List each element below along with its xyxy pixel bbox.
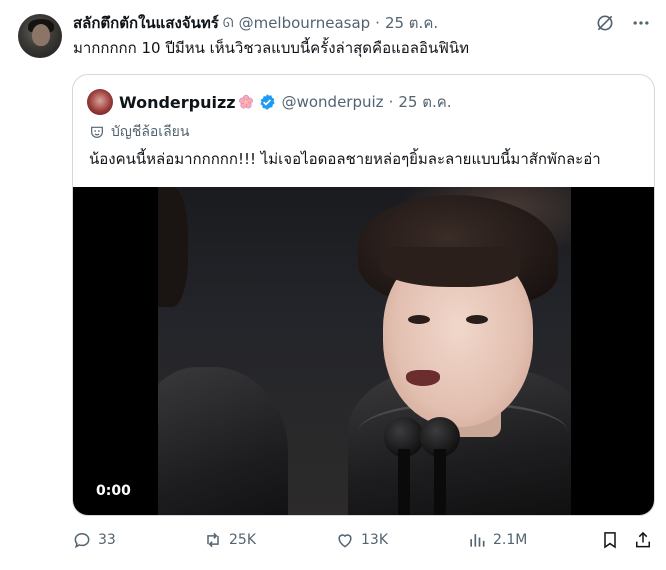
reply-button[interactable]: 33 [72, 527, 116, 553]
tweet-text: มากกกกก 10 ปีมีหน เห็นวิชวลแบบนี้ครั้งล่… [73, 39, 469, 57]
grok-circle-slash-icon[interactable] [594, 12, 616, 34]
theater-mask-icon [89, 124, 105, 140]
repost-icon [207, 532, 219, 548]
repost-button[interactable]: 25K [203, 527, 256, 553]
reply-count: 33 [98, 532, 116, 548]
parody-label: บัญชีล้อเลียน [89, 121, 189, 143]
quote-avatar[interactable] [87, 89, 113, 115]
quote-separator-dot: · [388, 93, 394, 111]
bookmark-icon [604, 532, 616, 549]
views-chart-icon [470, 534, 485, 547]
tweet-header: สลักตึกตักในแสงจันทร์ ᘏ @melbourneasap ·… [73, 12, 438, 34]
display-name[interactable]: สลักตึกตักในแสงจันทร์ [73, 11, 219, 35]
like-button[interactable]: 13K [335, 527, 388, 553]
reply-icon [74, 532, 90, 549]
video-player[interactable]: 0:00 [73, 187, 654, 515]
quote-handle[interactable]: @wonderpuiz [282, 93, 384, 111]
verified-badge-icon[interactable] [258, 93, 276, 111]
name-mark: ᘏ [222, 15, 234, 31]
views-button[interactable]: 2.1M [467, 527, 527, 553]
share-button[interactable] [632, 527, 654, 553]
parody-label-text: บัญชีล้อเลียน [111, 124, 190, 140]
quote-display-name[interactable]: Wonderpuizz [119, 93, 236, 112]
video-duration: 0:00 [96, 483, 131, 499]
video-frame [158, 187, 571, 515]
bookmark-button[interactable] [599, 527, 621, 553]
tweet[interactable]: สลักตึกตักในแสงจันทร์ ᘏ @melbourneasap ·… [0, 0, 666, 570]
cherry-blossom-icon [238, 94, 254, 110]
avatar[interactable] [18, 14, 62, 58]
quote-timestamp[interactable]: 25 ต.ค. [398, 90, 451, 114]
quote-header: Wonderpuizz @wonderpuiz · 25 ต.ค. [119, 89, 452, 115]
share-icon [636, 531, 650, 548]
heart-icon [338, 534, 352, 548]
quote-tweet-card[interactable]: Wonderpuizz @wonderpuiz · 25 ต.ค. บัญชีล… [72, 74, 655, 516]
top-icons [594, 12, 652, 34]
timestamp[interactable]: 25 ต.ค. [385, 11, 438, 35]
like-count: 13K [361, 532, 388, 548]
views-count: 2.1M [493, 532, 528, 548]
separator-dot: · [375, 14, 380, 32]
quote-text: น้องคนนี้หล่อมากกกกก!!! ไม่เจอไอดอลชายหล… [89, 150, 601, 168]
repost-count: 25K [229, 532, 256, 548]
action-bar: 33 25K 13K 2.1M [72, 527, 656, 553]
handle[interactable]: @melbourneasap [239, 14, 371, 32]
more-dots-icon[interactable] [630, 12, 652, 34]
